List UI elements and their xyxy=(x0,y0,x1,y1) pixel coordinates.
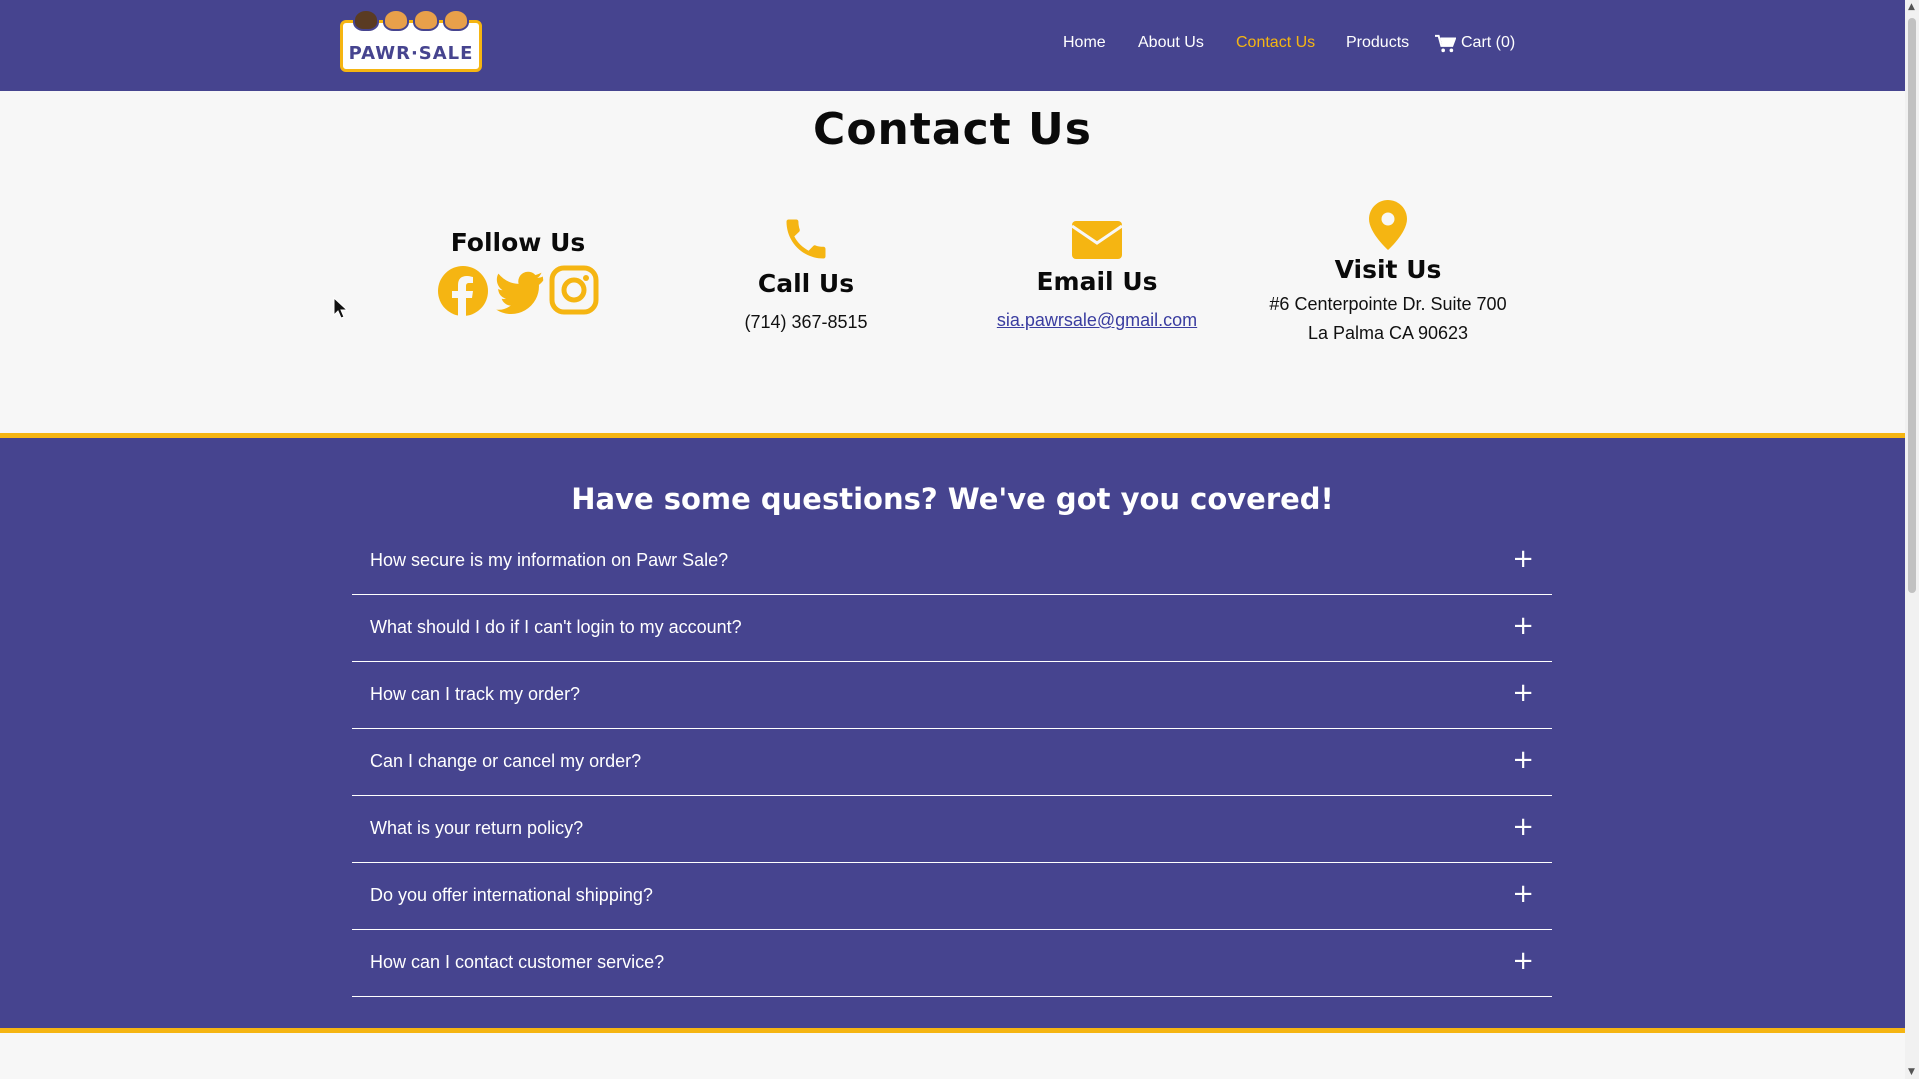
plus-icon[interactable]: + xyxy=(1512,680,1534,706)
follow-us-title: Follow Us xyxy=(450,228,586,257)
logo-cat-icon xyxy=(443,9,469,31)
faq-item[interactable]: How can I contact customer service? + xyxy=(352,930,1552,997)
location-pin-icon xyxy=(1258,199,1518,255)
visit-us-block: Visit Us #6 Centerpointe Dr. Suite 700 L… xyxy=(1258,199,1518,348)
cart-icon[interactable] xyxy=(1434,34,1457,58)
logo-pets xyxy=(343,9,479,31)
plus-icon[interactable]: + xyxy=(1512,546,1534,572)
twitter-icon[interactable] xyxy=(493,265,545,321)
site-header: PAWR·SALE Home About Us Contact Us Produ… xyxy=(0,0,1905,91)
faq-question: Can I change or cancel my order? xyxy=(370,751,642,771)
nav-products[interactable]: Products xyxy=(1346,34,1409,52)
facebook-icon[interactable] xyxy=(437,265,489,321)
faq-question: How secure is my information on Pawr Sal… xyxy=(370,550,729,570)
scroll-up-icon[interactable]: ▲ xyxy=(1908,2,1915,12)
logo-cat-icon xyxy=(383,9,409,31)
email-us-block: Email Us sia.pawrsale@gmail.com xyxy=(977,220,1217,335)
faq-item[interactable]: What should I do if I can't login to my … xyxy=(352,595,1552,662)
visit-us-title: Visit Us xyxy=(1334,255,1442,284)
faq-item[interactable]: What is your return policy? + xyxy=(352,796,1552,863)
faq-question: How can I track my order? xyxy=(370,684,581,704)
phone-icon xyxy=(706,213,906,269)
address-line-1: #6 Centerpointe Dr. Suite 700 xyxy=(1269,294,1507,314)
plus-icon[interactable]: + xyxy=(1512,747,1534,773)
faq-section: Have some questions? We've got you cover… xyxy=(0,433,1905,1033)
nav-cart[interactable]: Cart (0) xyxy=(1461,34,1515,52)
nav-home[interactable]: Home xyxy=(1063,34,1106,52)
nav-about[interactable]: About Us xyxy=(1138,34,1204,52)
logo-dog-icon xyxy=(353,9,379,31)
plus-icon[interactable]: + xyxy=(1512,881,1534,907)
email-us-title: Email Us xyxy=(1036,267,1158,296)
nav-contact[interactable]: Contact Us xyxy=(1236,34,1315,52)
plus-icon[interactable]: + xyxy=(1512,948,1534,974)
email-link[interactable]: sia.pawrsale@gmail.com xyxy=(997,310,1197,330)
envelope-icon xyxy=(977,220,1217,264)
main-nav: Home About Us Contact Us Products Cart (… xyxy=(0,34,1905,56)
follow-us-block: Follow Us xyxy=(418,228,618,321)
email-text: sia.pawrsale@gmail.com xyxy=(977,306,1217,335)
plus-icon[interactable]: + xyxy=(1512,814,1534,840)
faq-heading: Have some questions? We've got you cover… xyxy=(571,482,1334,516)
scroll-down-icon[interactable]: ▼ xyxy=(1908,1067,1915,1077)
faq-item[interactable]: How can I track my order? + xyxy=(352,662,1552,729)
plus-icon[interactable]: + xyxy=(1512,613,1534,639)
faq-question: Do you offer international shipping? xyxy=(370,885,653,905)
phone-number[interactable]: (714) 367-8515 xyxy=(706,308,906,337)
call-us-title: Call Us xyxy=(757,269,855,298)
address-line-2: La Palma CA 90623 xyxy=(1307,323,1469,343)
faq-item[interactable]: Can I change or cancel my order? + xyxy=(352,729,1552,796)
page-scrollbar[interactable]: ▲ ▼ xyxy=(1905,0,1919,1079)
faq-question: What should I do if I can't login to my … xyxy=(370,617,742,637)
mouse-cursor-icon xyxy=(333,296,349,323)
faq-question: What is your return policy? xyxy=(370,818,584,838)
page-title: Contact Us xyxy=(813,104,1092,155)
faq-item[interactable]: Do you offer international shipping? + xyxy=(352,863,1552,930)
instagram-icon[interactable] xyxy=(549,265,599,321)
faq-item[interactable]: How secure is my information on Pawr Sal… xyxy=(352,528,1552,595)
faq-list: How secure is my information on Pawr Sal… xyxy=(352,528,1552,997)
social-icons xyxy=(418,265,618,321)
logo-dog-icon xyxy=(413,9,439,31)
faq-question: How can I contact customer service? xyxy=(370,952,665,972)
scroll-thumb[interactable] xyxy=(1908,18,1916,593)
call-us-block: Call Us (714) 367-8515 xyxy=(706,213,906,337)
